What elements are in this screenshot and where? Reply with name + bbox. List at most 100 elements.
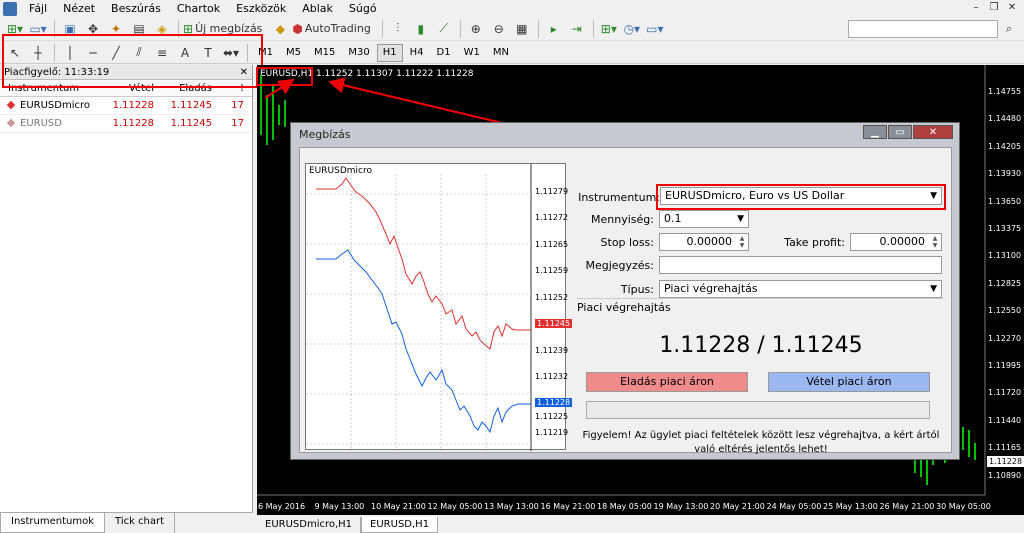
menu-window[interactable]: Ablak bbox=[294, 2, 341, 15]
group-title: Piaci végrehajtás bbox=[577, 301, 671, 314]
highlight-box bbox=[2, 34, 263, 88]
menu-help[interactable]: Súgó bbox=[341, 2, 385, 15]
time-label: 6 May 2016 bbox=[258, 502, 306, 511]
time-label: 18 May 05:00 bbox=[597, 502, 652, 511]
dialog-window-controls: ▁ ▭ ✕ bbox=[863, 125, 953, 139]
time-label: 26 May 21:00 bbox=[879, 502, 935, 511]
price-label: 1.12550 bbox=[988, 306, 1022, 316]
chart-tab[interactable]: EURUSD,H1 bbox=[361, 517, 439, 533]
chart-tab[interactable]: EURUSDmicro,H1 bbox=[257, 517, 362, 533]
ask-price-tag: 1.11245 bbox=[535, 319, 573, 328]
price-label: 1.13375 bbox=[988, 224, 1022, 233]
close-icon[interactable]: ✕ bbox=[913, 125, 953, 139]
timeframe-h1[interactable]: H1 bbox=[376, 43, 403, 62]
comment-label: Megjegyzés: bbox=[585, 259, 654, 272]
ask-line bbox=[316, 177, 531, 350]
price-label: 1.14480 bbox=[988, 114, 1022, 124]
menu-charts[interactable]: Chartok bbox=[169, 2, 228, 15]
current-price-tag: 1.11228 bbox=[987, 456, 1024, 467]
type-label: Típus: bbox=[620, 283, 654, 296]
timeframe-m30[interactable]: M30 bbox=[342, 44, 375, 62]
stop-loss-field[interactable]: 0.00000 ▲ ▼ bbox=[659, 233, 749, 251]
timeframe-m15[interactable]: M15 bbox=[308, 44, 341, 62]
tick-chart-canvas bbox=[306, 164, 532, 451]
bid-price-tag: 1.11228 bbox=[535, 398, 573, 407]
search-icon[interactable]: ⌕ bbox=[1000, 20, 1018, 38]
warning-text: Figyelem! Az ügylet piaci feltételek köz… bbox=[582, 430, 940, 455]
price-label: 1.11265 bbox=[535, 240, 569, 249]
price-label: 1.12825 bbox=[988, 278, 1022, 288]
time-label: 24 May 05:00 bbox=[766, 502, 822, 511]
maximize-icon[interactable]: ▭ bbox=[888, 125, 912, 139]
close-icon[interactable]: ✕ bbox=[1004, 1, 1020, 15]
chart-shift-icon[interactable]: ⇥ bbox=[566, 19, 588, 39]
auto-scroll-icon[interactable]: ▸ bbox=[543, 19, 565, 39]
zoom-in-icon[interactable]: ⊕ bbox=[465, 19, 487, 39]
dialog-title: Megbízás bbox=[299, 128, 351, 141]
timeframe-w1[interactable]: W1 bbox=[458, 44, 486, 62]
menu-file[interactable]: Fájl bbox=[21, 2, 55, 15]
zoom-out-icon[interactable]: ⊖ bbox=[488, 19, 510, 39]
dropdown-arrow-icon: ▼ bbox=[930, 284, 937, 294]
menu-view[interactable]: Nézet bbox=[55, 2, 103, 15]
line-chart-icon[interactable]: ⟋ bbox=[433, 19, 455, 39]
price-label: 1.14755 bbox=[988, 87, 1022, 96]
timeframe-m5[interactable]: M5 bbox=[280, 44, 307, 62]
minimize-icon[interactable]: ▁ bbox=[863, 125, 887, 139]
volume-select[interactable]: 0.1 ▼ bbox=[659, 210, 749, 228]
take-profit-field[interactable]: 0.00000 ▲ ▼ bbox=[850, 233, 942, 251]
tile-windows-icon[interactable]: ▦ bbox=[511, 19, 533, 39]
autotrading-button[interactable]: ⬢ AutoTrading bbox=[292, 19, 376, 39]
price-label: 1.11165 bbox=[988, 443, 1022, 453]
menu-insert[interactable]: Beszúrás bbox=[103, 2, 169, 15]
order-type-select[interactable]: Piaci végrehajtás ▼ bbox=[659, 280, 942, 298]
sell-button[interactable]: Eladás piaci áron bbox=[586, 372, 748, 392]
time-label: 20 May 21:00 bbox=[710, 502, 765, 511]
periods-icon[interactable]: ◷▾ bbox=[621, 19, 643, 39]
time-label: 13 May 13:00 bbox=[484, 502, 539, 511]
price-label: 1.11232 bbox=[535, 372, 569, 381]
timeframe-mn[interactable]: MN bbox=[487, 44, 515, 62]
highlight-box bbox=[656, 184, 946, 210]
dropdown-arrow-icon: ▼ bbox=[737, 214, 744, 224]
price-label: 1.10890 bbox=[988, 470, 1022, 480]
tick-chart: EURUSDmicro 1.11279 1.11272 1.11265 1.11… bbox=[305, 163, 573, 451]
chart-tabs: EURUSDmicro,H1 EURUSD,H1 bbox=[257, 517, 1024, 533]
price-label: 1.11995 bbox=[988, 361, 1022, 370]
market-watch-tabs: Instrumentumok Tick chart bbox=[0, 512, 253, 533]
price-label: 1.11225 bbox=[535, 412, 569, 421]
progress-bar bbox=[586, 401, 930, 419]
search-input[interactable] bbox=[848, 20, 998, 38]
stop-loss-label: Stop loss: bbox=[600, 236, 654, 249]
window-controls: – ❐ ✕ bbox=[968, 1, 1020, 15]
symbol-icon bbox=[6, 118, 16, 128]
buy-button[interactable]: Vétel piaci áron bbox=[768, 372, 930, 392]
templates-icon[interactable]: ▭▾ bbox=[644, 19, 666, 39]
metaeditor-icon[interactable]: ◆ bbox=[269, 19, 291, 39]
tab-symbols[interactable]: Instrumentumok bbox=[0, 513, 106, 533]
autotrading-icon: ⬢ bbox=[292, 21, 303, 36]
take-profit-label: Take profit: bbox=[784, 236, 845, 249]
dialog-body: EURUSDmicro 1.11279 1.11272 1.11265 1.11… bbox=[299, 147, 952, 455]
timeframe-d1[interactable]: D1 bbox=[431, 44, 457, 62]
price-label: 1.11279 bbox=[535, 187, 569, 196]
spinner-icon[interactable]: ▲ ▼ bbox=[737, 235, 747, 249]
symbol-row[interactable]: EURUSD 1.11228 1.11245 17 bbox=[0, 115, 252, 133]
spinner-icon[interactable]: ▲ ▼ bbox=[930, 235, 940, 249]
bar-chart-icon[interactable]: ⫶ bbox=[387, 19, 409, 39]
price-label: 1.11720 bbox=[988, 388, 1022, 398]
symbol-row[interactable]: EURUSDmicro 1.11228 1.11245 17 bbox=[0, 97, 252, 115]
market-execution-group: Piaci végrehajtás 1.11228 / 1.11245 Elad… bbox=[577, 298, 945, 455]
comment-field[interactable] bbox=[659, 256, 942, 274]
minimize-icon[interactable]: – bbox=[968, 1, 984, 15]
candlestick-icon[interactable]: ▮ bbox=[410, 19, 432, 39]
price-label: 1.11440 bbox=[988, 415, 1022, 425]
time-label: 25 May 13:00 bbox=[823, 502, 878, 511]
timeframe-h4[interactable]: H4 bbox=[404, 44, 430, 62]
indicators-icon[interactable]: ⊞▾ bbox=[598, 19, 620, 39]
menu-tools[interactable]: Eszközök bbox=[228, 2, 294, 15]
tab-tick-chart[interactable]: Tick chart bbox=[105, 513, 176, 533]
restore-icon[interactable]: ❐ bbox=[986, 1, 1002, 15]
time-label: 16 May 21:00 bbox=[540, 502, 596, 511]
bid-line bbox=[316, 249, 531, 434]
